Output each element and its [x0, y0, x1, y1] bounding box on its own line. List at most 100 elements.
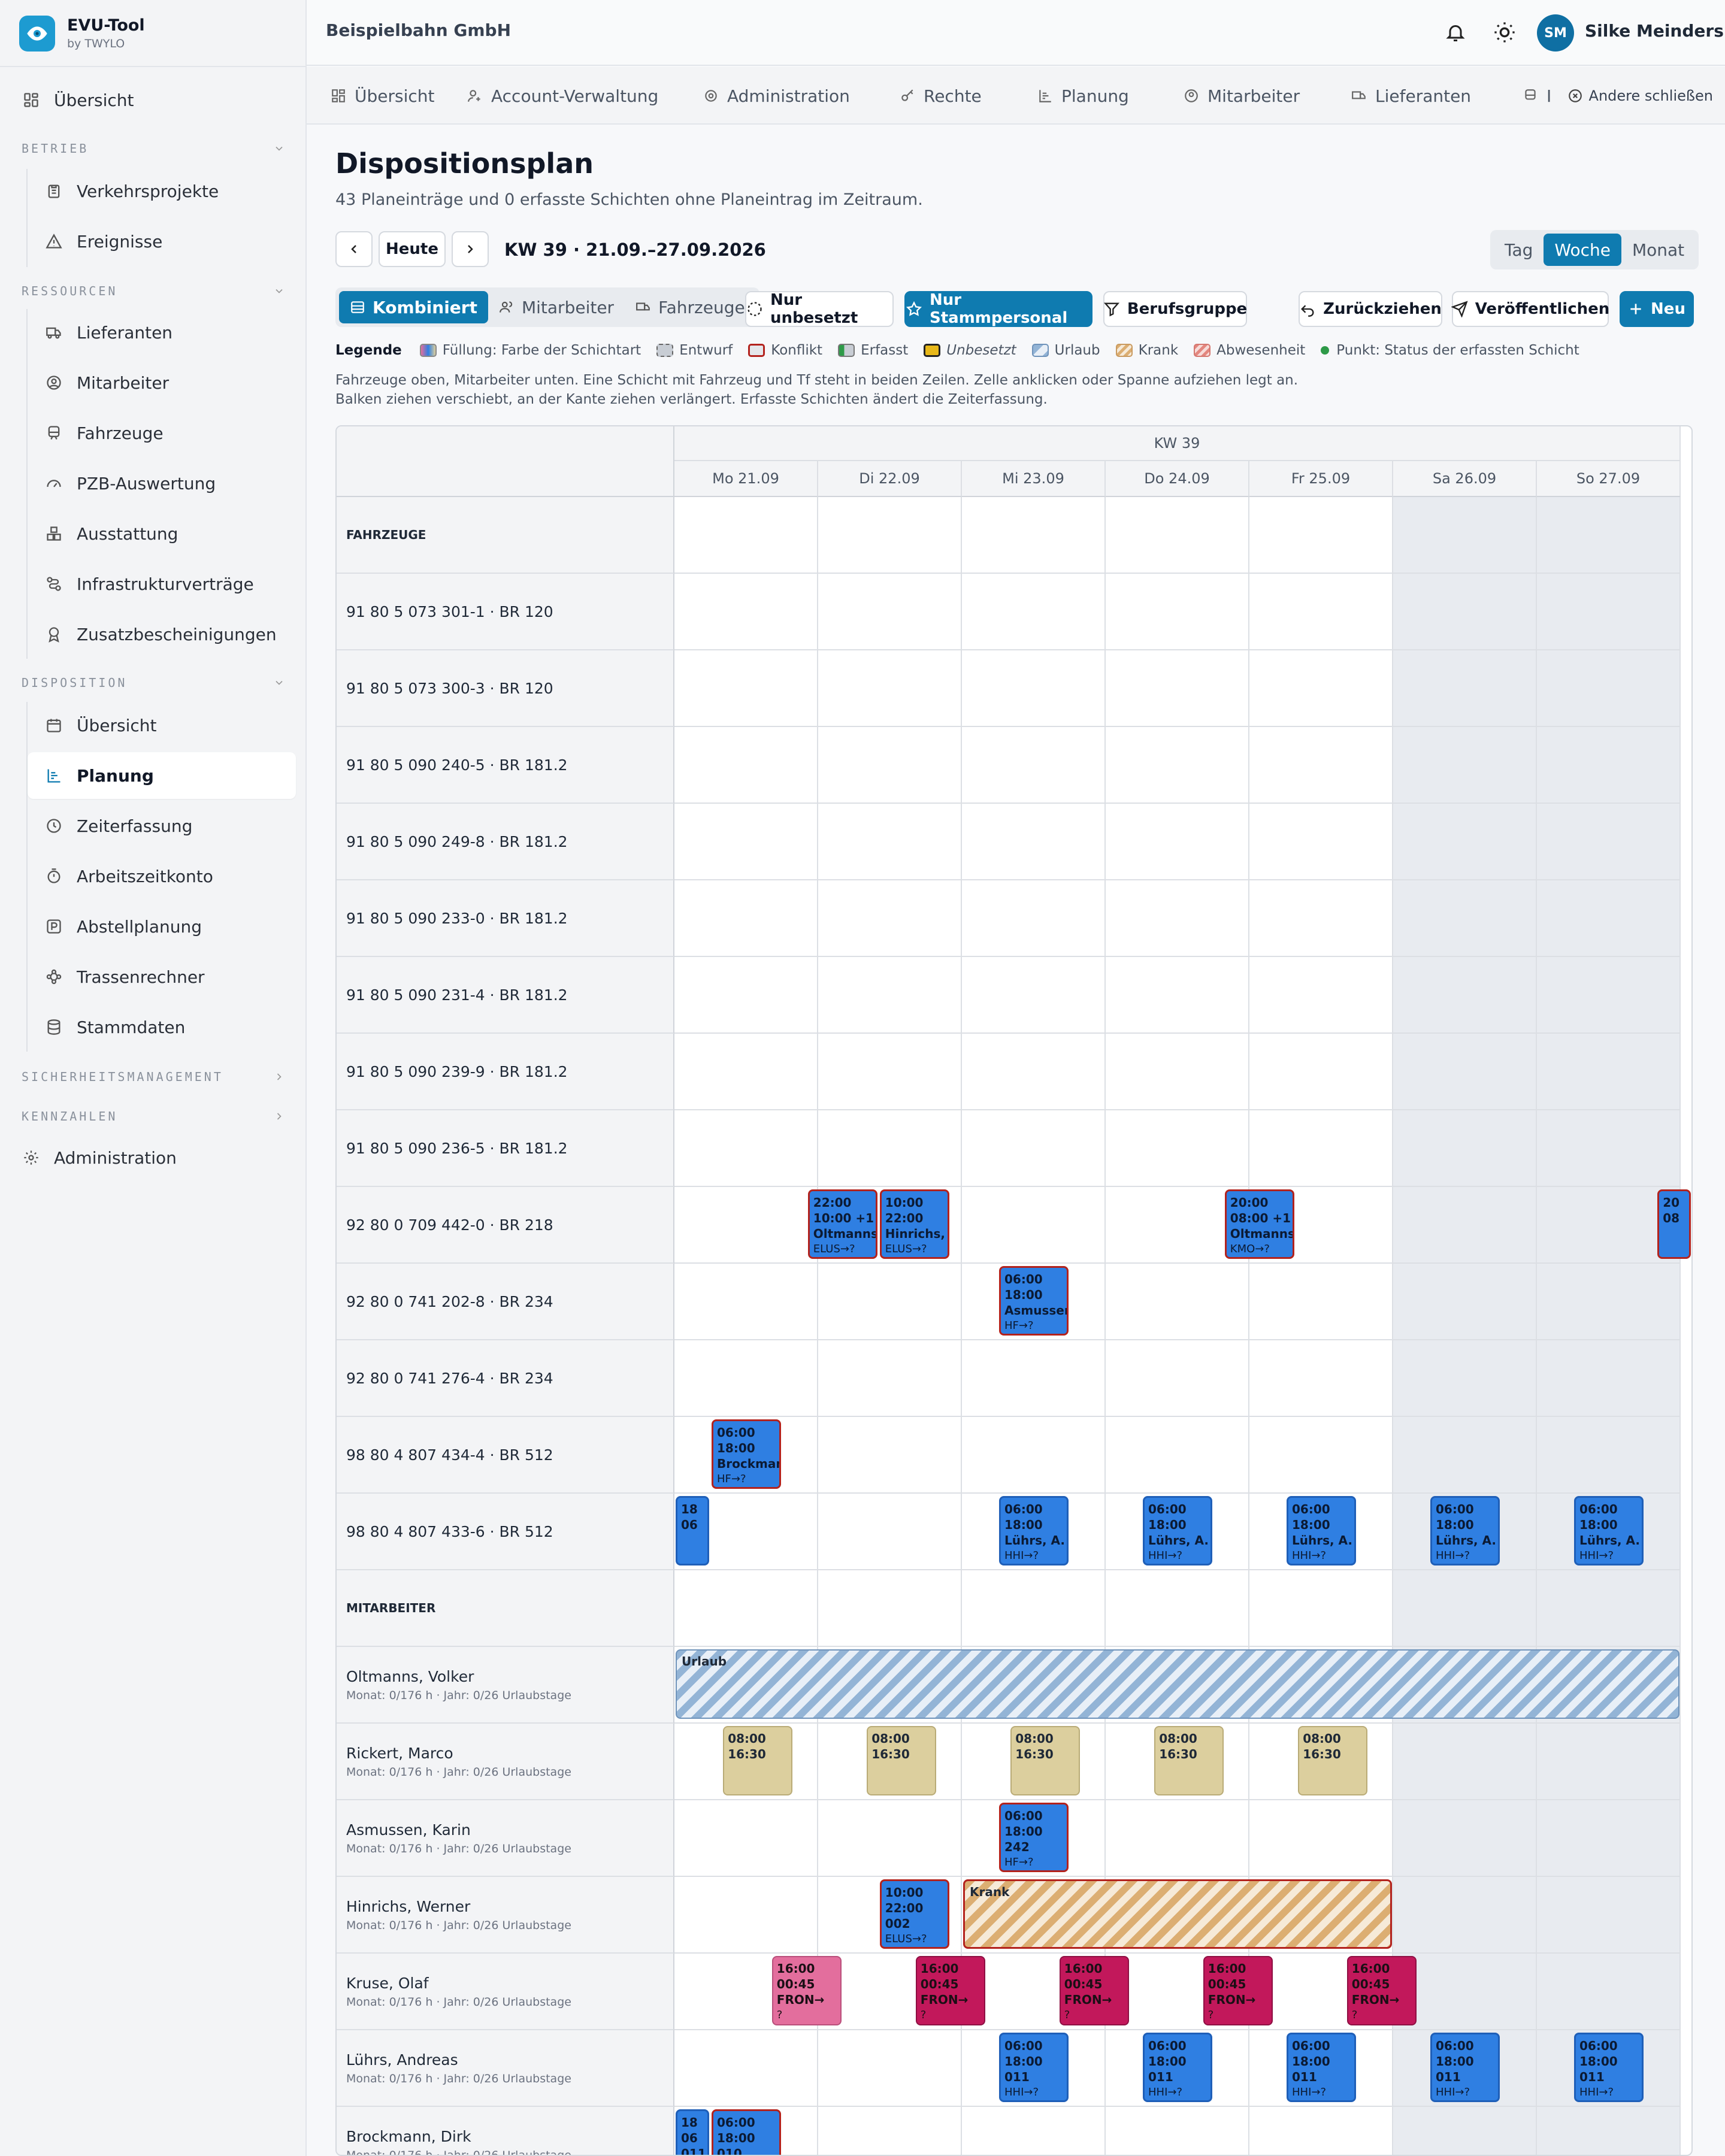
grid-cell[interactable] [962, 1187, 1106, 1264]
grid-cell[interactable] [1106, 957, 1249, 1034]
grid-cell[interactable] [1537, 1800, 1681, 1877]
grid-cell[interactable] [962, 1340, 1106, 1417]
shift-block[interactable]: 16:00 00:45 FRON→? [1203, 1956, 1273, 2025]
section-betrieb[interactable]: BETRIEB [22, 141, 285, 156]
close-others-button[interactable]: Andere schließen [1567, 67, 1713, 125]
grid-cell[interactable] [1106, 804, 1249, 880]
grid-cell[interactable] [962, 1034, 1106, 1110]
row-label[interactable]: 92 80 0 741 276-4 · BR 234 [337, 1340, 674, 1417]
day-header[interactable]: Mi 23.09 [962, 461, 1106, 497]
grid-cell[interactable] [1249, 804, 1393, 880]
grid-cell[interactable] [1249, 2107, 1393, 2155]
grid-cell[interactable] [1106, 650, 1249, 727]
grid-cell[interactable] [1393, 2107, 1537, 2155]
shift-block[interactable]: 06:00 18:00 011 HHI→? [999, 2033, 1069, 2102]
grid-cell[interactable] [1537, 1110, 1681, 1187]
shift-block[interactable]: 16:00 00:45 FRON→? [1059, 1956, 1129, 2025]
sidebar-item-lieferanten[interactable]: Lieferanten [28, 309, 296, 356]
shift-block[interactable]: 06:00 18:00 010 [712, 2109, 781, 2155]
day-header[interactable]: Di 22.09 [818, 461, 962, 497]
grid-cell[interactable] [1393, 1110, 1537, 1187]
grid-cell[interactable] [674, 1877, 818, 1954]
bell-icon[interactable] [1445, 20, 1466, 44]
grid-cell[interactable] [962, 727, 1106, 804]
tab-mitarbeiter[interactable]: Mitarbeiter [1184, 67, 1300, 125]
grid-cell[interactable] [1249, 1110, 1393, 1187]
view-monat[interactable]: Monat [1621, 234, 1695, 266]
grid-cell[interactable] [1537, 1724, 1681, 1800]
sidebar-item-infrastruktur[interactable]: Infrastrukturverträge [28, 561, 296, 607]
grid-cell[interactable] [1106, 1264, 1249, 1340]
grid-cell[interactable] [962, 650, 1106, 727]
grid-cell[interactable] [1393, 1340, 1537, 1417]
filter-stammpersonal-button[interactable]: Nur Stammpersonal [904, 291, 1092, 327]
section-kennzahlen[interactable]: KENNZAHLEN [22, 1109, 285, 1124]
view-tag[interactable]: Tag [1494, 234, 1544, 266]
grid-cell[interactable] [1393, 1034, 1537, 1110]
row-label[interactable]: Oltmanns, Volker Monat: 0/176 h · Jahr: 0… [337, 1647, 674, 1724]
grid-cell[interactable] [1537, 727, 1681, 804]
sidebar-item-dispo-uebersicht[interactable]: Übersicht [28, 702, 296, 749]
grid-cell[interactable] [1537, 1264, 1681, 1340]
day-header[interactable]: So 27.09 [1537, 461, 1681, 497]
grid-cell[interactable] [1393, 1187, 1537, 1264]
sidebar-item-abstellplanung[interactable]: Abstellplanung [28, 903, 296, 950]
grid-cell[interactable] [1537, 1417, 1681, 1494]
grid-cell[interactable] [1537, 1034, 1681, 1110]
grid-cell[interactable] [1106, 727, 1249, 804]
tab-uebersicht[interactable]: Übersicht [331, 67, 435, 125]
grid-cell[interactable] [1537, 1954, 1681, 2030]
sidebar-item-planung[interactable]: Planung [28, 752, 296, 799]
grid-cell[interactable] [1106, 1340, 1249, 1417]
sidebar-item-zusatz[interactable]: Zusatzbescheinigungen [28, 611, 296, 658]
shift-block[interactable]: 16:00 00:45 FRON→? [771, 1956, 842, 2025]
zurueckziehen-button[interactable]: Zurückziehen [1299, 291, 1442, 327]
grid-cell[interactable] [674, 1187, 818, 1264]
sidebar-item-arbeitszeitkonto[interactable]: Arbeitszeitkonto [28, 853, 296, 900]
grid-cell[interactable] [818, 1800, 962, 1877]
grid-cell[interactable] [818, 1264, 962, 1340]
grid-cell[interactable] [674, 1034, 818, 1110]
grid-cell[interactable] [962, 880, 1106, 957]
shift-block[interactable]: 20:00 08:00 +1 Oltmanns, KMO→? [1224, 1189, 1294, 1259]
shift-block[interactable]: 22:00 10:00 +1 Oltmanns, ELUS→? [807, 1189, 877, 1259]
grid-cell[interactable] [1106, 1800, 1249, 1877]
view-woche[interactable]: Woche [1544, 234, 1621, 266]
grid-cell[interactable] [674, 727, 818, 804]
grid-cell[interactable] [674, 1340, 818, 1417]
row-label[interactable]: 98 80 4 807 433-6 · BR 512 [337, 1494, 674, 1570]
shift-block[interactable]: 10:0022:00 Hinrichs, E. ELUS→? [879, 1189, 949, 1259]
grid-cell[interactable] [1106, 1417, 1249, 1494]
tab-administration[interactable]: Administration [703, 67, 850, 125]
grid-cell[interactable] [674, 2030, 818, 2107]
grid-cell[interactable] [818, 727, 962, 804]
grid-cell[interactable] [1106, 574, 1249, 650]
grid-cell[interactable] [818, 574, 962, 650]
grid-cell[interactable] [1537, 957, 1681, 1034]
grid-cell[interactable] [818, 650, 962, 727]
grid-cell[interactable] [1249, 880, 1393, 957]
row-label[interactable]: Asmussen, Karin Monat: 0/176 h · Jahr: 0/… [337, 1800, 674, 1877]
grid-cell[interactable] [1393, 1877, 1537, 1954]
grid-cell[interactable] [962, 804, 1106, 880]
grid-cell[interactable] [1393, 880, 1537, 957]
grid-cell[interactable] [962, 957, 1106, 1034]
row-label[interactable]: 92 80 0 741 202-8 · BR 234 [337, 1264, 674, 1340]
grid-cell[interactable] [674, 650, 818, 727]
grid-cell[interactable] [1393, 574, 1537, 650]
grid-cell[interactable] [818, 2107, 962, 2155]
grid-cell[interactable] [962, 574, 1106, 650]
grid-cell[interactable] [1537, 880, 1681, 957]
sidebar-item-zeiterfassung[interactable]: Zeiterfassung [28, 803, 296, 849]
shift-block[interactable]: 06:00 18:00 242 HF→? [999, 1803, 1069, 1872]
shift-block[interactable]: 06:00 18:00 Lührs, A. HHI→? [1287, 1496, 1356, 1565]
filter-unbesetzt-button[interactable]: Nur unbesetzt [745, 291, 894, 327]
grid-cell[interactable] [1393, 1724, 1537, 1800]
tab-lieferanten[interactable]: Lieferanten [1351, 67, 1471, 125]
brand[interactable]: EVU-Tool by TWYLO [19, 16, 145, 52]
day-header[interactable]: Mo 21.09 [674, 461, 818, 497]
sidebar-item-overview[interactable]: Übersicht [20, 77, 296, 123]
shift-block[interactable]: 20 08 [1657, 1189, 1691, 1259]
row-label[interactable]: Lührs, Andreas Monat: 0/176 h · Jahr: 0/2… [337, 2030, 674, 2107]
group-mitarbeiter[interactable]: Mitarbeiter [488, 291, 625, 323]
